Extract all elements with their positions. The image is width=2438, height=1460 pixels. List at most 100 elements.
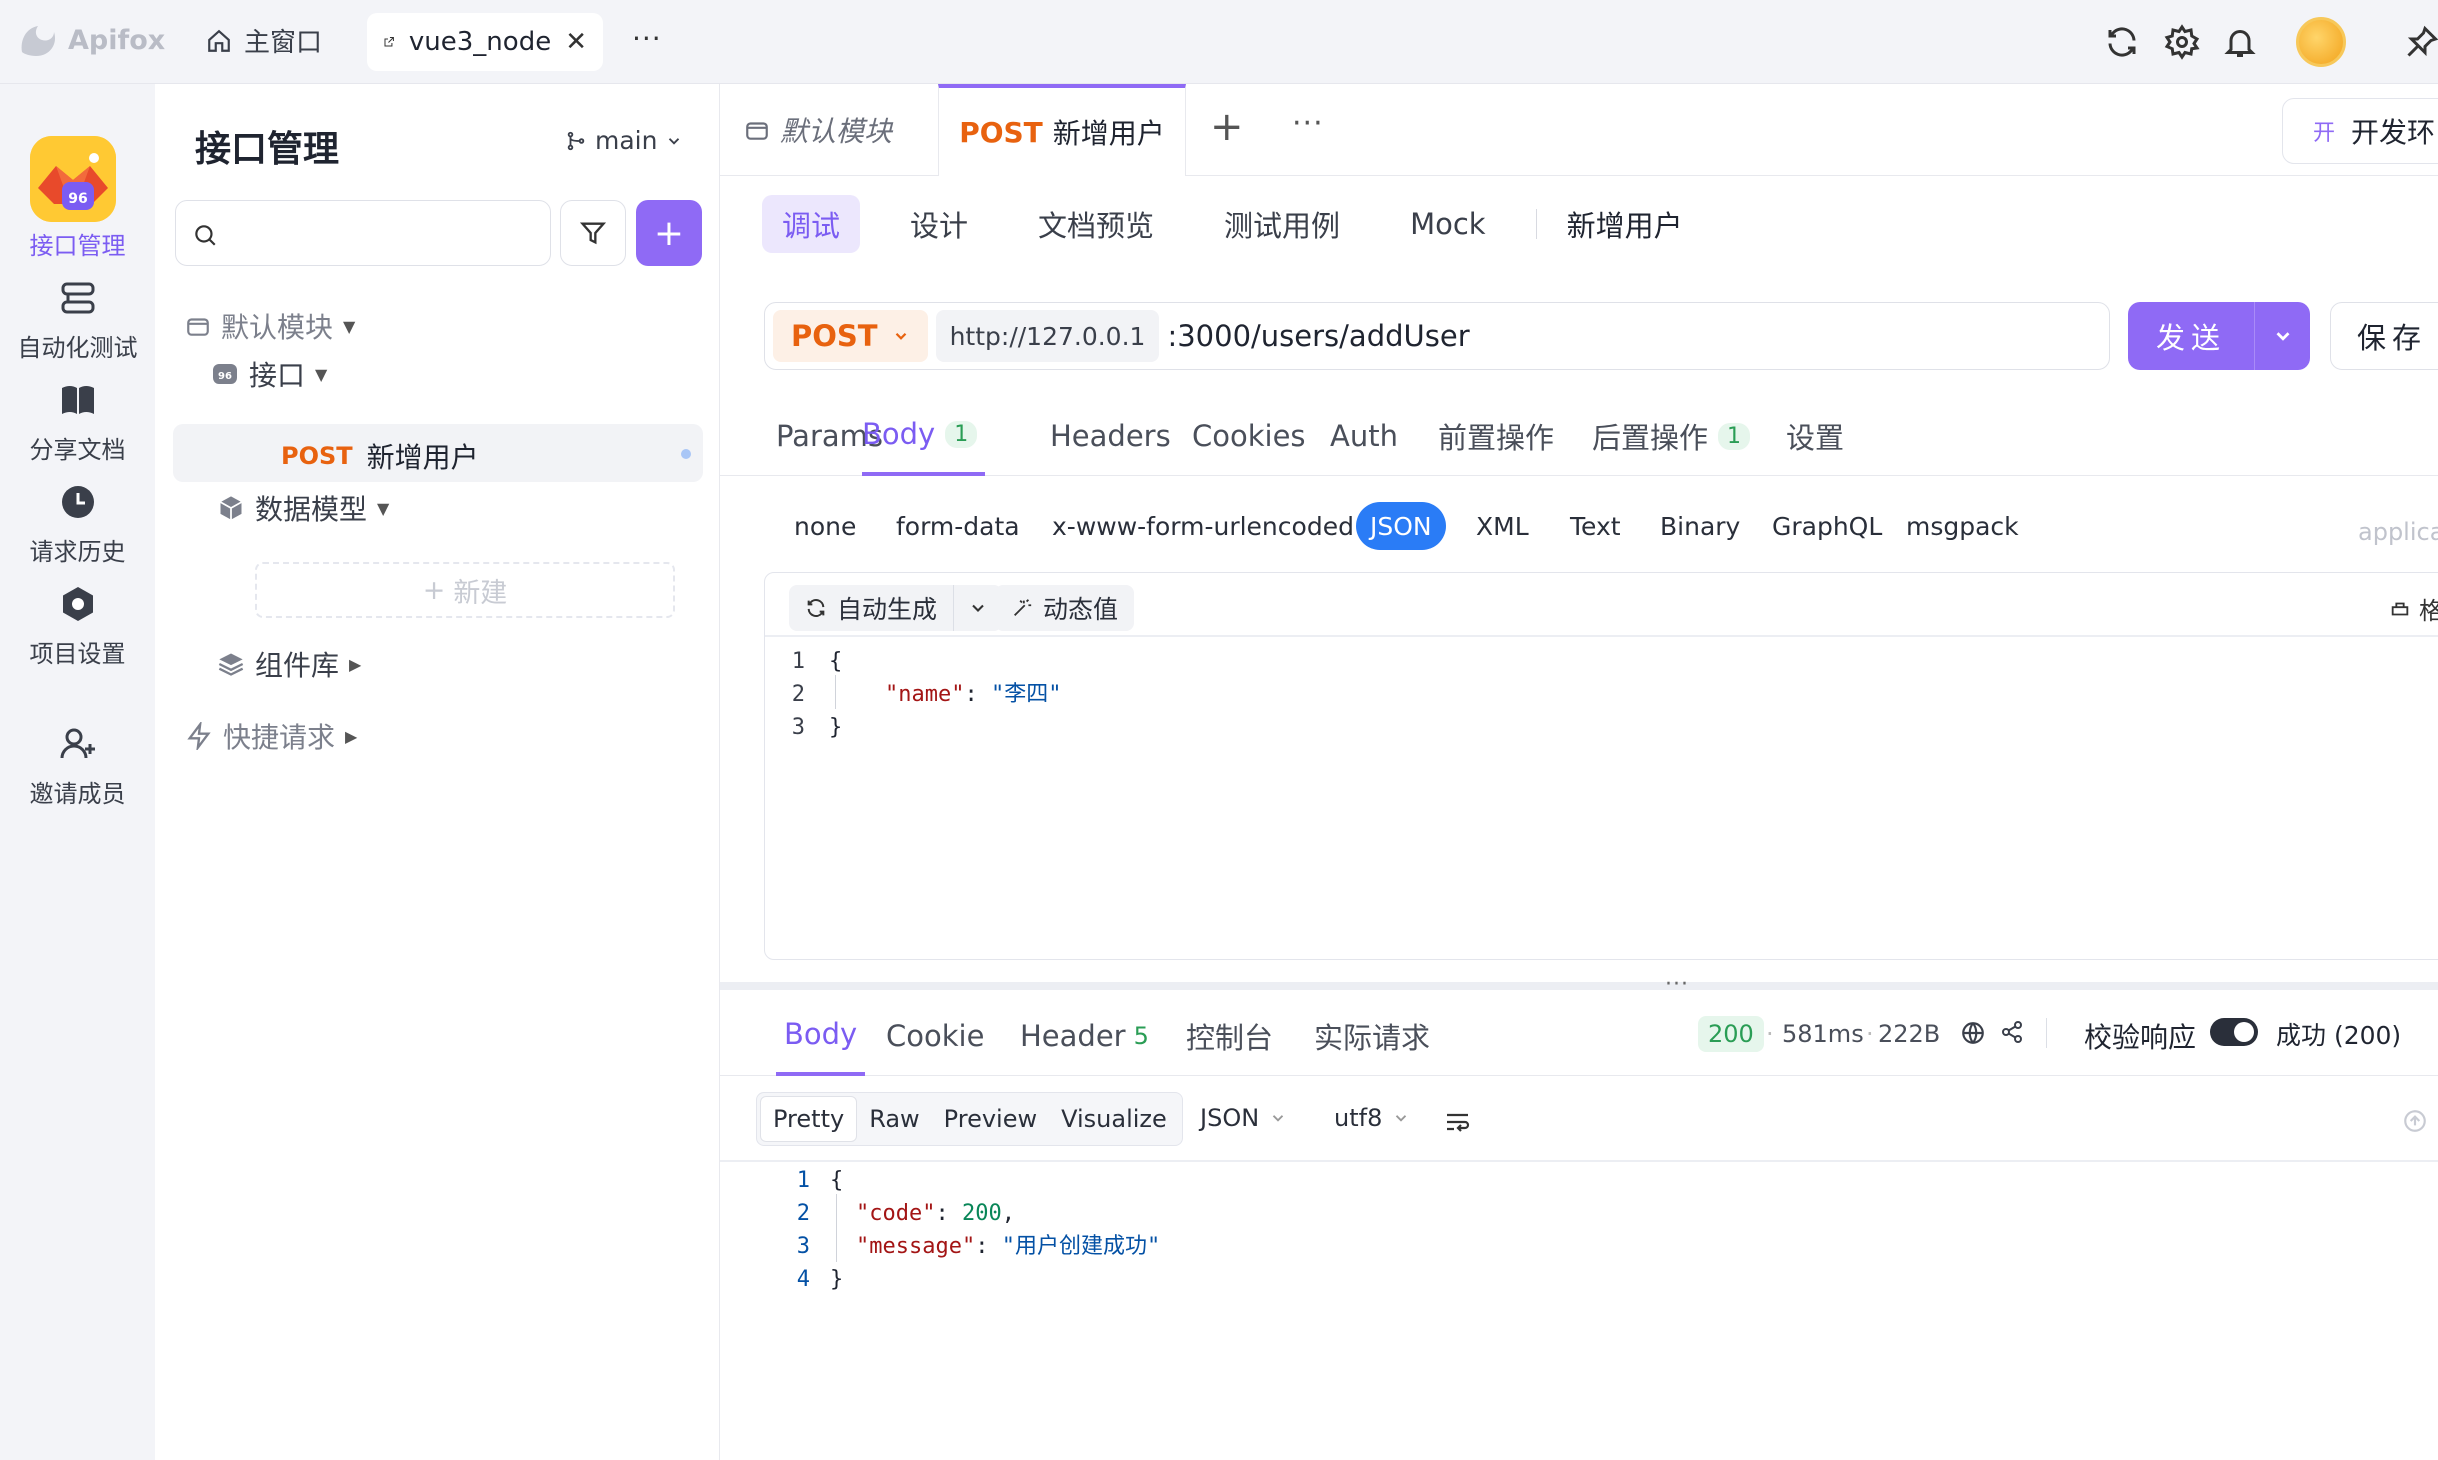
apifox-logo-icon	[21, 26, 56, 56]
tab-project[interactable]: vue3_node ✕	[367, 13, 603, 71]
chevron-down-icon	[1272, 1115, 1284, 1122]
tree-default-module[interactable]: 默认模块 ▼	[185, 306, 355, 346]
rail-item-api[interactable]: 96 接口管理	[0, 176, 155, 261]
tab-cookies[interactable]: Cookies	[1192, 396, 1306, 476]
doc-tab-active[interactable]: POST 新增用户	[938, 84, 1186, 176]
doc-tab-label: 新增用户	[1052, 117, 1165, 150]
panel-splitter[interactable]	[720, 982, 2438, 990]
response-size: 222B	[1878, 1020, 1941, 1048]
sidebar-title: 接口管理	[195, 129, 340, 170]
tab-doc-preview[interactable]: 文档预览	[1018, 195, 1174, 253]
dynamic-value-label: 动态值	[1043, 595, 1119, 624]
save-button[interactable]: 保存	[2330, 302, 2438, 370]
tree-label: 接口	[249, 359, 306, 392]
tab-response-body[interactable]: Body	[776, 996, 866, 1076]
method-select[interactable]: POST	[773, 310, 928, 362]
view-raw[interactable]: Raw	[857, 1096, 931, 1142]
body-type-xml[interactable]: XML	[1462, 502, 1543, 550]
add-button[interactable]: +	[636, 200, 702, 266]
bell-icon[interactable]	[2222, 24, 2258, 60]
chevron-down-icon	[2276, 332, 2289, 341]
rail-item-docs[interactable]: 分享文档	[0, 380, 155, 465]
tab-response-cookie[interactable]: Cookie	[886, 996, 984, 1076]
tab-body[interactable]: Body 1	[862, 396, 986, 476]
tab-headers[interactable]: Headers	[1050, 396, 1171, 476]
tab-design[interactable]: 设计	[890, 195, 988, 253]
pin-icon[interactable]	[2404, 24, 2438, 60]
tree-data-models[interactable]: 数据模型 ▼	[217, 488, 389, 528]
rail-item-automation[interactable]: 自动化测试	[0, 278, 155, 363]
avatar[interactable]	[2296, 17, 2346, 67]
tree-interfaces[interactable]: 96 接口 ▼	[211, 354, 327, 394]
body-type-graphql[interactable]: GraphQL	[1758, 502, 1896, 550]
rail-item-history[interactable]: 请求历史	[0, 482, 155, 567]
divider	[1535, 209, 1537, 239]
send-dropdown[interactable]	[2255, 325, 2310, 347]
close-icon[interactable]: ✕	[565, 27, 587, 57]
api-name[interactable]: 新增用户	[1567, 203, 1683, 245]
send-button[interactable]: 发送	[2128, 302, 2310, 370]
api-small-icon: 96	[213, 364, 237, 384]
body-type-none[interactable]: none	[780, 502, 870, 550]
code-line: }	[830, 1267, 844, 1292]
rail-item-invite[interactable]: 邀请成员	[0, 724, 155, 809]
tab-mock[interactable]: Mock	[1390, 199, 1506, 249]
automation-icon	[61, 282, 94, 314]
url-bar: POST http://127.0.0.1 :3000/users/addUse…	[764, 302, 2110, 370]
tab-actual-request[interactable]: 实际请求	[1314, 996, 1430, 1076]
environment-select[interactable]: 开 开发环	[2282, 98, 2438, 164]
response-encoding-select[interactable]: utf8	[1334, 1104, 1410, 1132]
editor-toolbar: 自动生成 动态值 格	[765, 573, 2438, 637]
branch-select[interactable]: main	[565, 126, 683, 155]
tab-response-header[interactable]: Header 5	[1020, 996, 1149, 1076]
body-type-text[interactable]: Text	[1556, 502, 1635, 550]
filter-button[interactable]	[560, 200, 626, 266]
verify-response-toggle[interactable]	[2210, 1018, 2258, 1046]
tree-label: 快捷请求	[223, 721, 336, 754]
format-button[interactable]: 格	[2389, 591, 2438, 626]
tab-pre-ops[interactable]: 前置操作	[1438, 396, 1554, 476]
tab-debug[interactable]: 调试	[762, 195, 861, 253]
tab-auth[interactable]: Auth	[1330, 396, 1398, 476]
tab-post-ops[interactable]: 后置操作 1	[1592, 396, 1751, 476]
more-icon[interactable]: ···	[1292, 106, 1324, 141]
share-icon[interactable]	[2000, 1020, 2024, 1044]
word-wrap-icon[interactable]	[1444, 1110, 1472, 1134]
refresh-icon[interactable]	[2104, 24, 2140, 60]
new-item-button[interactable]: + 新建	[255, 562, 675, 618]
response-format-select[interactable]: JSON	[1200, 1104, 1287, 1132]
tree-components[interactable]: 组件库 ▶	[217, 644, 361, 684]
body-type-binary[interactable]: Binary	[1646, 502, 1754, 550]
count-badge: 5	[1133, 1022, 1149, 1050]
auto-generate-main[interactable]: 自动生成	[789, 590, 953, 626]
body-type-urlencoded[interactable]: x-www-form-urlencoded	[1038, 502, 1368, 550]
view-pretty[interactable]: Pretty	[760, 1096, 858, 1142]
request-body-editor[interactable]: 自动生成 动态值 格 1 { 2 "name": "李四" 3 }	[764, 572, 2438, 960]
view-visualize[interactable]: Visualize	[1049, 1096, 1179, 1142]
tab-console[interactable]: 控制台	[1186, 996, 1273, 1076]
encoding-label: utf8	[1334, 1104, 1383, 1132]
doc-tab-module[interactable]: 默认模块	[744, 110, 892, 150]
scroll-top-icon[interactable]	[2402, 1108, 2428, 1134]
body-type-form-data[interactable]: form-data	[882, 502, 1034, 550]
tab-settings[interactable]: 设置	[1786, 396, 1844, 476]
url-input[interactable]: :3000/users/addUser	[1167, 319, 1469, 353]
base-url[interactable]: http://127.0.0.1	[935, 310, 1160, 362]
tree-quick-requests[interactable]: 快捷请求 ▶	[185, 716, 357, 756]
dynamic-value-button[interactable]: 动态值	[995, 585, 1135, 631]
tab-home[interactable]: 主窗口	[206, 22, 322, 59]
globe-icon[interactable]	[1960, 1020, 1986, 1046]
tab-test-cases[interactable]: 测试用例	[1204, 195, 1360, 253]
more-icon[interactable]: ···	[632, 22, 662, 55]
body-type-json[interactable]: JSON	[1356, 502, 1446, 550]
auto-generate-button[interactable]: 自动生成	[789, 585, 1003, 631]
body-type-msgpack[interactable]: msgpack	[1892, 502, 2033, 550]
view-preview[interactable]: Preview	[932, 1096, 1049, 1142]
add-tab-icon[interactable]: +	[1210, 104, 1244, 150]
verify-result[interactable]: 成功 (200)	[2276, 1016, 2401, 1052]
tree-item-selected[interactable]: POST 新增用户	[173, 424, 703, 482]
settings-icon[interactable]	[2164, 24, 2200, 60]
search-input[interactable]	[175, 200, 551, 266]
drag-handle-icon[interactable]: ···	[1665, 972, 1689, 997]
rail-item-settings[interactable]: 项目设置	[0, 584, 155, 669]
